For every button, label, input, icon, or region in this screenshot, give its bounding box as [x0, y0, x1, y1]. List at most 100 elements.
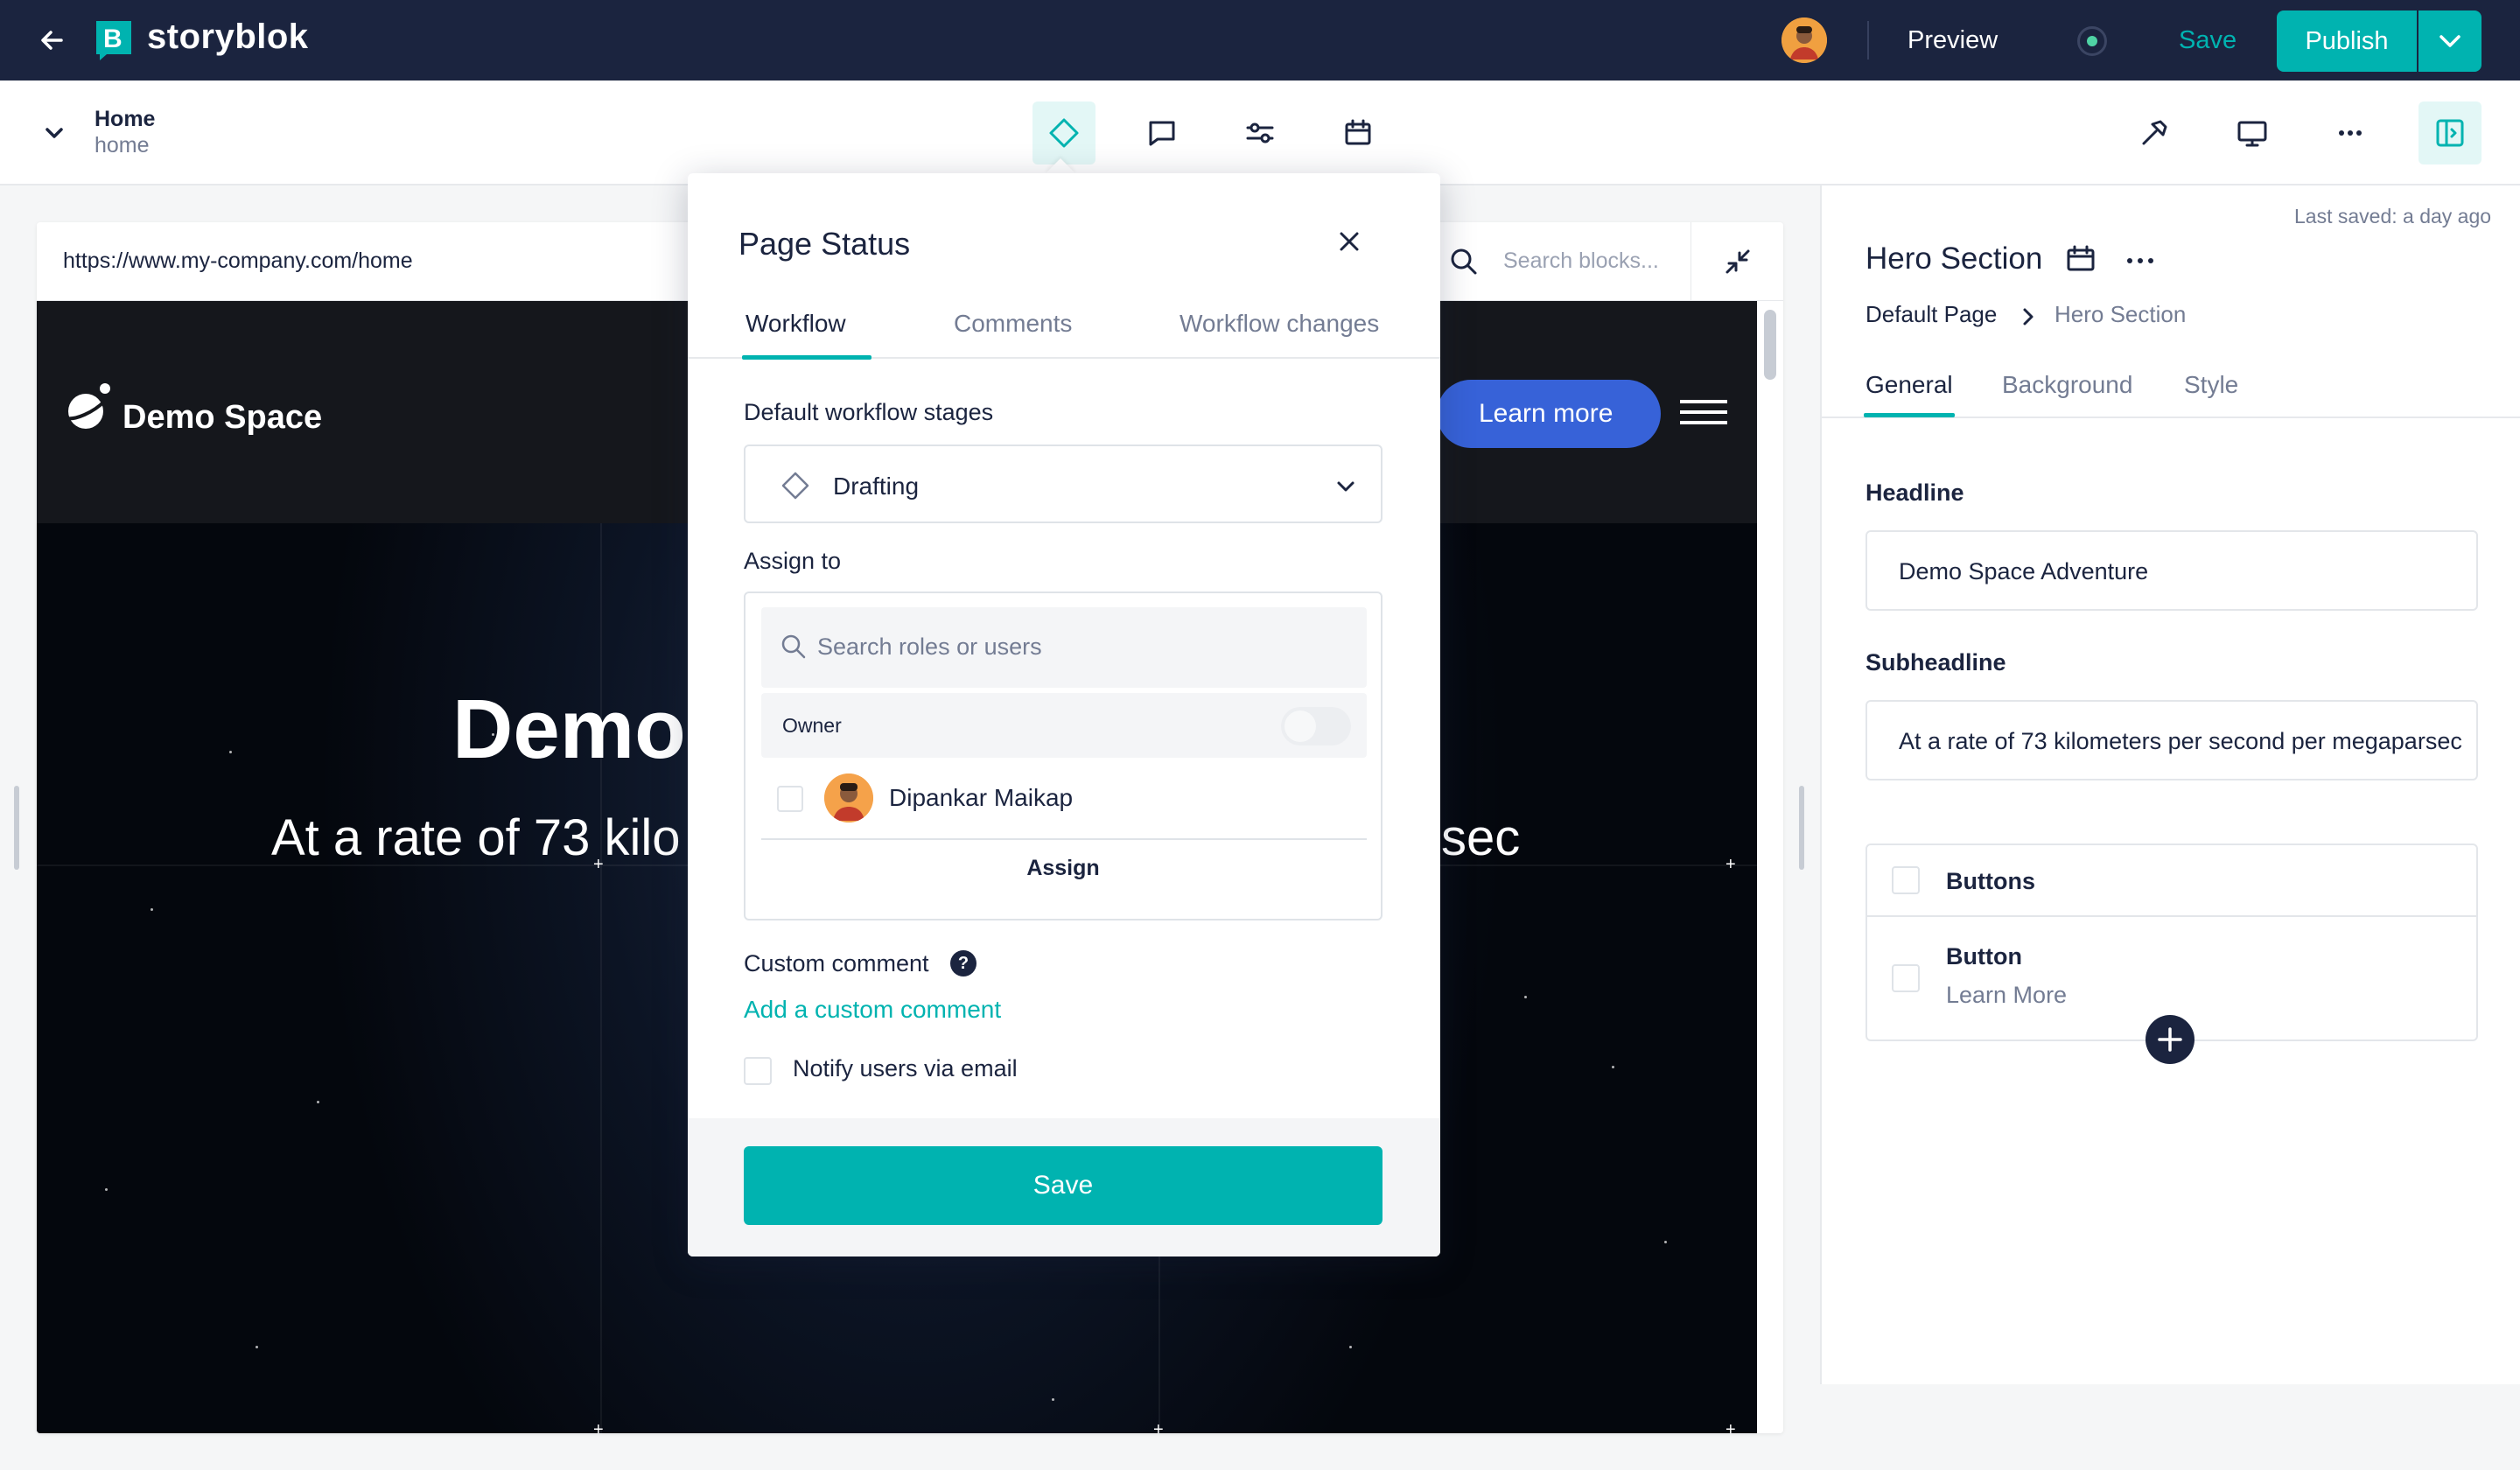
star [150, 908, 153, 911]
search-users-input[interactable]: Search roles or users [761, 607, 1367, 688]
star [317, 1101, 319, 1103]
svg-text:B: B [103, 24, 122, 53]
add-comment-link[interactable]: Add a custom comment [744, 996, 1001, 1024]
star [256, 1346, 258, 1348]
comment-icon[interactable] [1130, 102, 1194, 164]
assign-label: Assign to [744, 548, 842, 574]
search-icon [779, 632, 808, 662]
site-brand: Demo Space [122, 399, 323, 436]
breadcrumb-parent[interactable]: Default Page [1866, 301, 1997, 328]
owner-label: Owner [782, 714, 842, 737]
owner-row: Owner [761, 693, 1367, 758]
block-editor-panel: Last saved: a day ago Hero Section Defau… [1820, 186, 2520, 1384]
tab-workflow-changes[interactable]: Workflow changes [1180, 310, 1379, 338]
editor-toolbar: Home home [0, 80, 2520, 186]
close-icon[interactable] [1335, 228, 1363, 256]
buttons-blocks: Buttons Button Learn More [1866, 844, 2478, 1041]
learn-more-button[interactable]: Learn more [1437, 380, 1661, 448]
panel-toggle-icon[interactable] [2418, 102, 2482, 164]
tab-comments[interactable]: Comments [954, 310, 1072, 338]
preview-url[interactable]: https://www.my-company.com/home [63, 248, 413, 274]
hammer-icon[interactable] [2123, 102, 2186, 164]
dialog-save-button[interactable]: Save [744, 1146, 1382, 1225]
workflow-label: Default workflow stages [744, 399, 994, 425]
star [229, 751, 232, 753]
calendar-icon[interactable] [2063, 242, 2098, 276]
block-title: Hero Section [1866, 242, 2043, 276]
story-title[interactable]: Home [94, 107, 155, 132]
plus-icon: + [1726, 855, 1736, 874]
plus-icon: + [1726, 1420, 1736, 1433]
notify-label: Notify users via email [793, 1055, 1018, 1082]
hero-headline[interactable]: Demo [452, 682, 686, 778]
calendar-icon[interactable] [1326, 102, 1390, 164]
owner-toggle[interactable] [1281, 707, 1351, 746]
star [1612, 1066, 1614, 1068]
breadcrumb-current: Hero Section [2054, 301, 2187, 327]
chevron-right-icon [2018, 304, 2039, 329]
star [105, 1188, 108, 1191]
editor-tabs: General Background Style [1822, 357, 2520, 418]
last-saved-text: Last saved: a day ago [2294, 205, 2492, 228]
back-arrow-icon[interactable] [35, 23, 70, 58]
custom-comment-label: Custom comment [744, 950, 929, 976]
search-icon[interactable] [1447, 245, 1480, 278]
user-checkbox[interactable] [777, 786, 803, 812]
publish-button[interactable]: Publish [2277, 10, 2417, 72]
search-placeholder: Search roles or users [817, 634, 1042, 660]
button-label[interactable]: Button [1946, 943, 2022, 970]
help-icon[interactable]: ? [950, 950, 976, 976]
publish-dropdown-button[interactable] [2418, 10, 2482, 72]
story-slug: home [94, 133, 150, 158]
scrollbar-thumb[interactable] [1764, 310, 1776, 380]
monitor-icon[interactable] [2221, 102, 2284, 164]
plus-icon: + [593, 1420, 604, 1433]
button-checkbox[interactable] [1892, 964, 1920, 992]
notify-checkbox[interactable] [744, 1057, 772, 1085]
assign-button[interactable]: Assign [746, 856, 1381, 881]
page-status-dialog: Page Status Workflow Comments Workflow c… [688, 173, 1440, 1256]
menu-icon[interactable] [1678, 399, 1729, 425]
headline-field[interactable]: Demo Space Adventure [1866, 530, 2478, 611]
tab-workflow[interactable]: Workflow [746, 310, 846, 338]
more-icon[interactable] [2124, 256, 2156, 266]
user-name: Dipankar Maikap [889, 784, 1074, 811]
add-block-button[interactable] [2146, 1015, 2194, 1064]
brand-name: storyblok [147, 18, 309, 56]
list-item[interactable]: Buttons [1867, 845, 2476, 917]
tab-style[interactable]: Style [2184, 371, 2238, 399]
workflow-stage-value: Drafting [833, 472, 920, 500]
subheadline-field[interactable]: At a rate of 73 kilometers per second pe… [1866, 700, 2478, 780]
collapse-icon[interactable] [1690, 222, 1783, 301]
button-value: Learn More [1946, 982, 2068, 1008]
avatar [824, 774, 873, 822]
preview-button[interactable]: Preview [1908, 26, 1998, 55]
diamond-status-icon[interactable] [1032, 102, 1096, 164]
buttons-checkbox[interactable] [1892, 866, 1920, 894]
star [1664, 1241, 1667, 1243]
sliders-icon[interactable] [1228, 102, 1292, 164]
chevron-down-icon[interactable] [40, 119, 68, 147]
dialog-title: Page Status [738, 226, 911, 262]
resize-handle[interactable] [14, 786, 19, 870]
more-icon[interactable] [2319, 102, 2382, 164]
subheadline-value: At a rate of 73 kilometers per second pe… [1899, 728, 2462, 754]
storyblok-logo-icon: B [94, 19, 133, 61]
dialog-footer: Save [688, 1118, 1440, 1256]
hero-subheadline[interactable]: At a rate of 73 kilo [271, 808, 680, 867]
divider [600, 523, 602, 1433]
active-tab-indicator [1864, 413, 1955, 417]
scrollbar[interactable] [1757, 301, 1783, 1433]
headline-value: Demo Space Adventure [1899, 558, 2149, 584]
dialog-tabs: Workflow Comments Workflow changes [688, 296, 1440, 360]
save-button[interactable]: Save [2179, 26, 2236, 55]
workflow-stage-select[interactable]: Drafting [744, 444, 1382, 523]
user-avatar[interactable] [1782, 18, 1827, 63]
search-blocks-input[interactable]: Search blocks... [1503, 248, 1659, 274]
status-indicator-icon[interactable] [2077, 26, 2107, 56]
resize-handle[interactable] [1799, 786, 1804, 870]
tab-general[interactable]: General [1866, 371, 1953, 399]
tab-background[interactable]: Background [2002, 371, 2132, 399]
star [1524, 996, 1527, 998]
buttons-label: Buttons [1946, 868, 2035, 894]
